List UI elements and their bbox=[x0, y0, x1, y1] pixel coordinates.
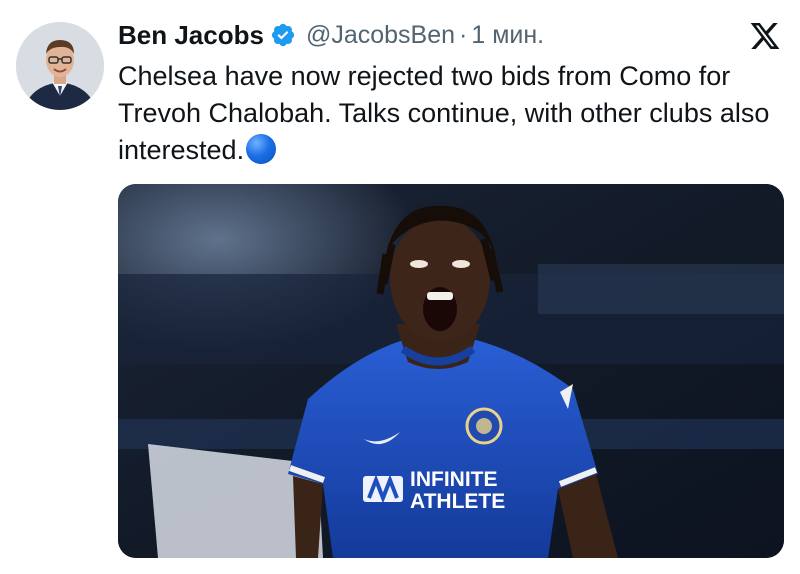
player-photo: INFINITE ATHLETE bbox=[118, 184, 784, 558]
header-separator: · bbox=[459, 20, 468, 49]
verified-badge-icon bbox=[271, 23, 295, 47]
tweet-timestamp[interactable]: 1 мин. bbox=[471, 21, 544, 50]
tweet-body: Chelsea have now rejected two bids from … bbox=[118, 61, 770, 165]
tweet-text: Chelsea have now rejected two bids from … bbox=[118, 58, 788, 169]
tweet-media-image[interactable]: INFINITE ATHLETE bbox=[118, 184, 784, 558]
tweet-header: Ben Jacobs @JacobsBen · 1 мин. bbox=[118, 18, 544, 52]
author-handle[interactable]: @JacobsBen bbox=[306, 21, 455, 50]
blue-circle-emoji-icon bbox=[246, 134, 277, 164]
avatar-image bbox=[16, 22, 104, 110]
author-avatar[interactable] bbox=[16, 22, 104, 110]
jersey-sponsor-line1: INFINITE bbox=[410, 468, 498, 491]
author-name[interactable]: Ben Jacobs bbox=[118, 20, 264, 51]
jersey-sponsor-line2: ATHLETE bbox=[410, 490, 505, 513]
x-logo-icon bbox=[750, 23, 780, 49]
